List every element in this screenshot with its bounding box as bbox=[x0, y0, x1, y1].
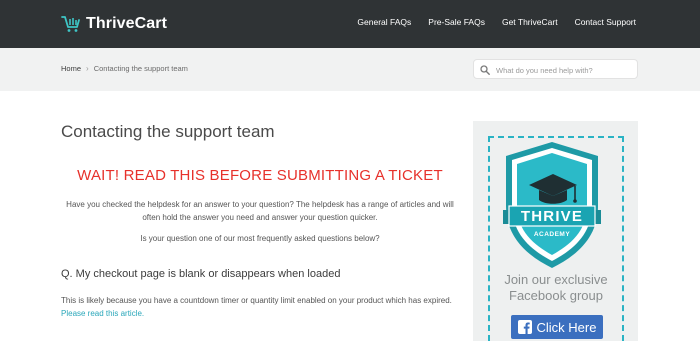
breadcrumb-home-link[interactable]: Home bbox=[61, 64, 81, 73]
nav-get-thrivecart[interactable]: Get ThriveCart bbox=[502, 17, 558, 27]
facebook-button-label: Click Here bbox=[536, 319, 597, 335]
intro-text: Have you checked the helpdesk for an ans… bbox=[66, 200, 454, 222]
faq-question-title: Q. My checkout page is blank or disappea… bbox=[61, 268, 341, 280]
page-title: Contacting the support team bbox=[61, 122, 275, 141]
nav-general-faqs[interactable]: General FAQs bbox=[357, 17, 411, 27]
badge-subtitle: ACADEMY bbox=[534, 231, 571, 238]
ad-text: Join our exclusive Facebook group bbox=[504, 272, 608, 303]
facebook-icon bbox=[517, 320, 532, 334]
facebook-click-here-button[interactable]: Click Here bbox=[511, 315, 603, 339]
thrivecart-logo[interactable]: ThriveCart bbox=[61, 13, 167, 35]
nav-contact-support[interactable]: Contact Support bbox=[575, 17, 636, 27]
warning-heading: WAIT! READ THIS BEFORE SUBMITTING A TICK… bbox=[77, 167, 443, 184]
badge-title: THRIVE bbox=[521, 208, 583, 225]
breadcrumb-separator-icon: › bbox=[86, 64, 89, 73]
faq-answer-text: This is likely because you have a countd… bbox=[61, 296, 452, 305]
cart-logo-icon bbox=[61, 16, 80, 32]
top-navigation-bar: ThriveCart General FAQs Pre-Sale FAQs Ge… bbox=[0, 0, 700, 48]
breadcrumb: Home › Contacting the support team bbox=[61, 64, 188, 73]
breadcrumb-current: Contacting the support team bbox=[93, 64, 188, 73]
search-box bbox=[473, 59, 638, 79]
faq-answer: This is likely because you have a countd… bbox=[61, 294, 452, 320]
search-input[interactable] bbox=[494, 62, 636, 78]
main-nav: General FAQs Pre-Sale FAQs Get ThriveCar… bbox=[357, 17, 636, 27]
read-article-link[interactable]: Please read this article. bbox=[61, 309, 144, 318]
thrive-academy-shield-badge: THRIVE ACADEMY bbox=[503, 142, 601, 268]
search-icon bbox=[480, 65, 490, 75]
nav-pre-sale-faqs[interactable]: Pre-Sale FAQs bbox=[428, 17, 485, 27]
brand-name: ThriveCart bbox=[86, 15, 168, 32]
faq-prompt-text: Is your question one of our most frequen… bbox=[140, 234, 380, 243]
